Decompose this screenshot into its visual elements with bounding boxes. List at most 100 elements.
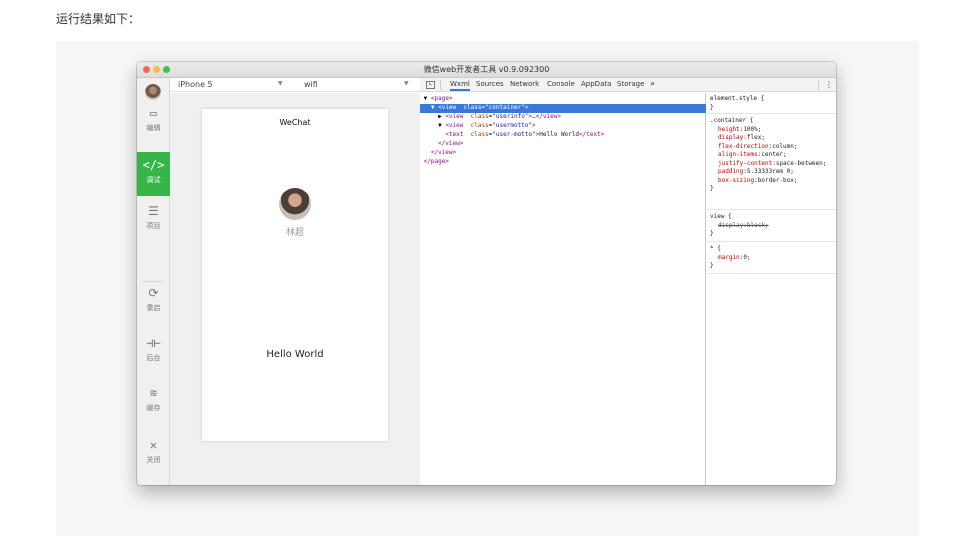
style-prop[interactable]: flex-direction:column;	[710, 143, 833, 152]
user-motto: Hello World	[266, 349, 324, 360]
style-prop[interactable]: height:100%;	[710, 126, 833, 135]
style-prop-name: justify-content	[718, 159, 773, 167]
wxml-tag: >	[532, 122, 536, 129]
wxml-node[interactable]: </page>	[420, 158, 706, 167]
sidebar-item-close[interactable]: ✕ 关闭	[137, 432, 170, 476]
style-prop-value: 100%;	[743, 125, 762, 133]
tab-network[interactable]: Network	[510, 80, 539, 88]
wxml-tag: <view	[445, 122, 464, 129]
device-select[interactable]: iPhone 5	[178, 80, 213, 89]
style-prop-value: center;	[761, 151, 787, 158]
sidebar-item-label: 缓存	[146, 404, 161, 412]
network-select[interactable]: wifi	[304, 80, 318, 89]
user-nickname: 林超	[285, 228, 304, 238]
style-prop-value: 0;	[743, 253, 751, 261]
background-icon: ⊣⊢	[146, 336, 161, 350]
style-prop[interactable]: align-items:center;	[710, 151, 833, 160]
style-prop-name: display	[718, 134, 744, 141]
expand-arrow-icon: ▼	[438, 122, 442, 129]
style-rule-view: view { display:block; }	[707, 211, 836, 242]
simulator-area: WeChat 林超 Hello World	[170, 93, 420, 485]
style-prop-value: 5.33333rem 0;	[746, 168, 794, 175]
tab-console[interactable]: Console	[547, 80, 575, 88]
style-selector[interactable]: element.style {	[710, 95, 833, 104]
wxml-tag: </view>	[438, 140, 464, 147]
sidebar-item-restart[interactable]: ⟳ 重启	[137, 280, 170, 324]
style-prop-name: box-sizing	[718, 176, 755, 184]
toolbar-divider	[818, 80, 819, 90]
sidebar-item-project[interactable]: ☰ 项目	[137, 198, 170, 242]
styles-pane: element.style { } .container { height:10…	[707, 93, 836, 485]
tab-storage[interactable]: Storage	[617, 80, 644, 88]
wxml-node[interactable]: ▼ <page>	[420, 95, 706, 104]
style-prop[interactable]: padding:5.33333rem 0;	[710, 168, 833, 177]
user-avatar-large[interactable]	[279, 188, 311, 220]
style-selector[interactable]: .container {	[710, 117, 833, 126]
sidebar-item-label: 项目	[146, 222, 161, 230]
style-prop-name: height	[718, 125, 740, 133]
sidebar-item-background[interactable]: ⊣⊢ 后台	[137, 330, 170, 374]
style-prop-name: margin	[718, 253, 740, 261]
style-selector[interactable]: view {	[710, 213, 833, 222]
wxml-attr-value: "userinfo"	[492, 113, 529, 120]
wxml-node[interactable]: </view>	[420, 149, 706, 158]
expand-arrow-icon: ▼	[423, 95, 428, 102]
expand-arrow-icon: ▶	[438, 113, 442, 120]
sidebar-item-edit[interactable]: ▭ 编辑	[137, 100, 170, 144]
style-rule-container: .container { height:100%; display:flex; fl…	[707, 115, 836, 210]
wxml-node[interactable]: <text class="user-motto">Hello World</te…	[420, 131, 706, 140]
style-prop[interactable]: box-sizing:border-box;	[710, 177, 833, 186]
tab-sources[interactable]: Sources	[476, 80, 504, 88]
style-prop[interactable]: display:flex;	[710, 134, 833, 143]
expand-arrow-icon: ▼	[430, 104, 435, 111]
wxml-node[interactable]: ▶ <view class="userinfo">…</view>	[420, 113, 706, 122]
wxml-tag: <text	[445, 131, 464, 138]
user-avatar[interactable]	[145, 84, 161, 100]
wxml-attr-name: class	[463, 104, 482, 111]
wxml-text-content: Hello World	[539, 131, 580, 138]
debug-icon: </>	[142, 158, 165, 172]
device-toolbar: iPhone 5 ▼ wifi ▼	[170, 78, 420, 92]
wxml-node[interactable]: </view>	[420, 140, 706, 149]
style-prop-value: flex;	[746, 134, 765, 141]
style-rule-element: element.style { }	[707, 93, 836, 114]
style-prop-overridden[interactable]: display:block;	[710, 222, 833, 231]
sidebar-item-cache[interactable]: ≋ 缓存	[137, 380, 170, 424]
tab-appdata[interactable]: AppData	[581, 80, 611, 88]
inspect-element-icon[interactable]: ↖	[426, 81, 435, 89]
toolbar-divider	[440, 80, 441, 90]
phone-nav-title: WeChat	[279, 118, 311, 127]
style-prop-value: space-between;	[775, 159, 827, 167]
window-title: 微信web开发者工具 v0.9.092300	[423, 65, 550, 74]
style-prop-name: flex-direction	[718, 142, 769, 150]
sidebar-item-label: 关闭	[146, 456, 161, 464]
wxml-tag: </view>	[430, 149, 457, 156]
tab-wxml[interactable]: Wxml	[450, 80, 470, 91]
more-tabs-icon[interactable]: »	[650, 79, 655, 88]
chevron-down-icon[interactable]: ▼	[404, 80, 409, 87]
wxml-attr-value: "usermotto"	[492, 122, 533, 129]
style-selector[interactable]: * {	[710, 245, 833, 254]
style-prop[interactable]: justify-content:space-between;	[710, 160, 833, 169]
style-close: }	[710, 185, 714, 192]
style-rule-universal: * { margin:0; }	[707, 243, 836, 274]
wxml-tag: >…</view>	[528, 113, 561, 120]
style-prop[interactable]: margin:0;	[710, 254, 833, 263]
wxml-node[interactable]: ▼ <view class="usermotto">	[420, 122, 706, 131]
menu-icon[interactable]: ⋮	[825, 80, 833, 89]
wxml-attr-value: "user-motto"	[492, 131, 536, 138]
sidebar: ▭ 编辑 </> 调试 ☰ 项目 ⟳ 重启 ⊣⊢ 后台 ≋ 缓存 ✕ 关闭	[137, 78, 170, 485]
sidebar-item-debug[interactable]: </> 调试	[137, 152, 170, 196]
devtools-tabbar: ↖ Wxml Sources Network Console AppData S…	[420, 78, 836, 92]
style-prop-value: column;	[772, 142, 798, 150]
chevron-down-icon[interactable]: ▼	[278, 80, 283, 87]
wxml-node[interactable]: ▼ <view class="container">	[420, 104, 706, 113]
wxml-attr-value: "container"	[485, 104, 525, 111]
devtools-window: 微信web开发者工具 v0.9.092300 ▭ 编辑 </> 调试 ☰ 项目 …	[137, 62, 836, 485]
wxml-tag: >	[524, 104, 529, 111]
phone-screen: WeChat 林超 Hello World	[202, 109, 388, 441]
wxml-tag: </text>	[579, 131, 605, 138]
restart-icon: ⟳	[148, 286, 159, 300]
wxml-attr-name: class	[470, 122, 489, 129]
sidebar-item-label: 编辑	[146, 124, 161, 132]
